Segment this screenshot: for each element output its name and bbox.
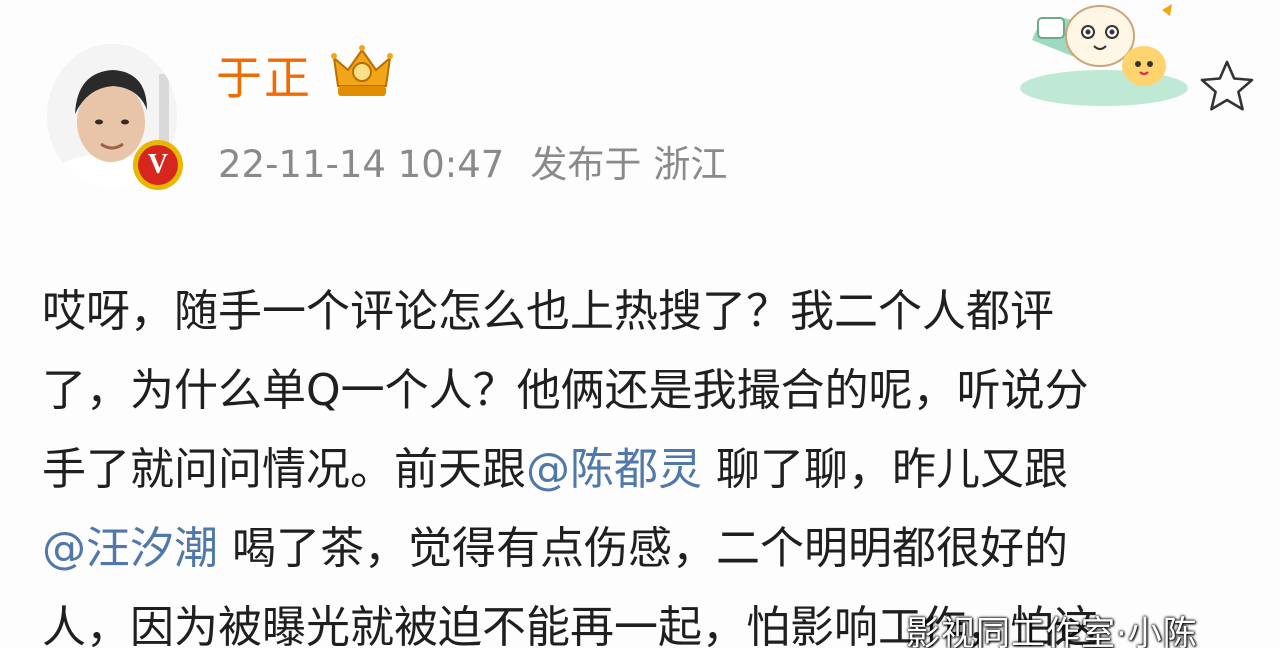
post-line-1: 哎呀，随手一个评论怎么也上热搜了？我二个人都评 [42, 286, 1054, 337]
watermark: 影视同工作室·小陈 [906, 614, 1198, 648]
mention-link[interactable]: @汪汐潮 [42, 523, 218, 574]
post-line-4: @汪汐潮 喝了茶，觉得有点伤感，二个明明都很好的 [42, 509, 1232, 588]
cartoon-sticker-icon [1012, 0, 1192, 106]
verified-badge: V [133, 140, 183, 190]
post-text-segment: 喝了茶，觉得有点伤感，二个明明都很好的 [218, 523, 1068, 574]
location-prefix: 发布于 [530, 143, 642, 186]
post-location: 浙江 [653, 143, 728, 186]
post-text-segment: 手了就问问情况。前天跟 [42, 444, 526, 495]
star-outline-icon [1200, 60, 1254, 111]
crown-vip-badge-icon[interactable] [330, 42, 394, 102]
author-name[interactable]: 于正 [216, 42, 312, 108]
mention-link[interactable]: @陈都灵 [526, 444, 702, 495]
post-content: 哎呀，随手一个评论怎么也上热搜了？我二个人都评 了，为什么单Q一个人？他俩还是我… [42, 272, 1232, 648]
weibo-post: V 于正 22-11-14 10:47 发布于 浙江 哎呀，随手一个评论怎么也上… [0, 0, 1280, 648]
post-timestamp: 22-11-14 10:47 [218, 143, 505, 186]
post-text-segment: 聊了聊，昨儿又跟 [702, 444, 1068, 495]
post-line-2: 了，为什么单Q一个人？他俩还是我撮合的呢，听说分 [42, 365, 1089, 416]
verified-v-icon: V [138, 145, 178, 185]
post-line-3: 手了就问问情况。前天跟@陈都灵 聊了聊，昨儿又跟 [42, 430, 1232, 509]
favorite-star-button[interactable] [1198, 58, 1256, 116]
post-meta: 22-11-14 10:47 发布于 浙江 [218, 134, 727, 188]
